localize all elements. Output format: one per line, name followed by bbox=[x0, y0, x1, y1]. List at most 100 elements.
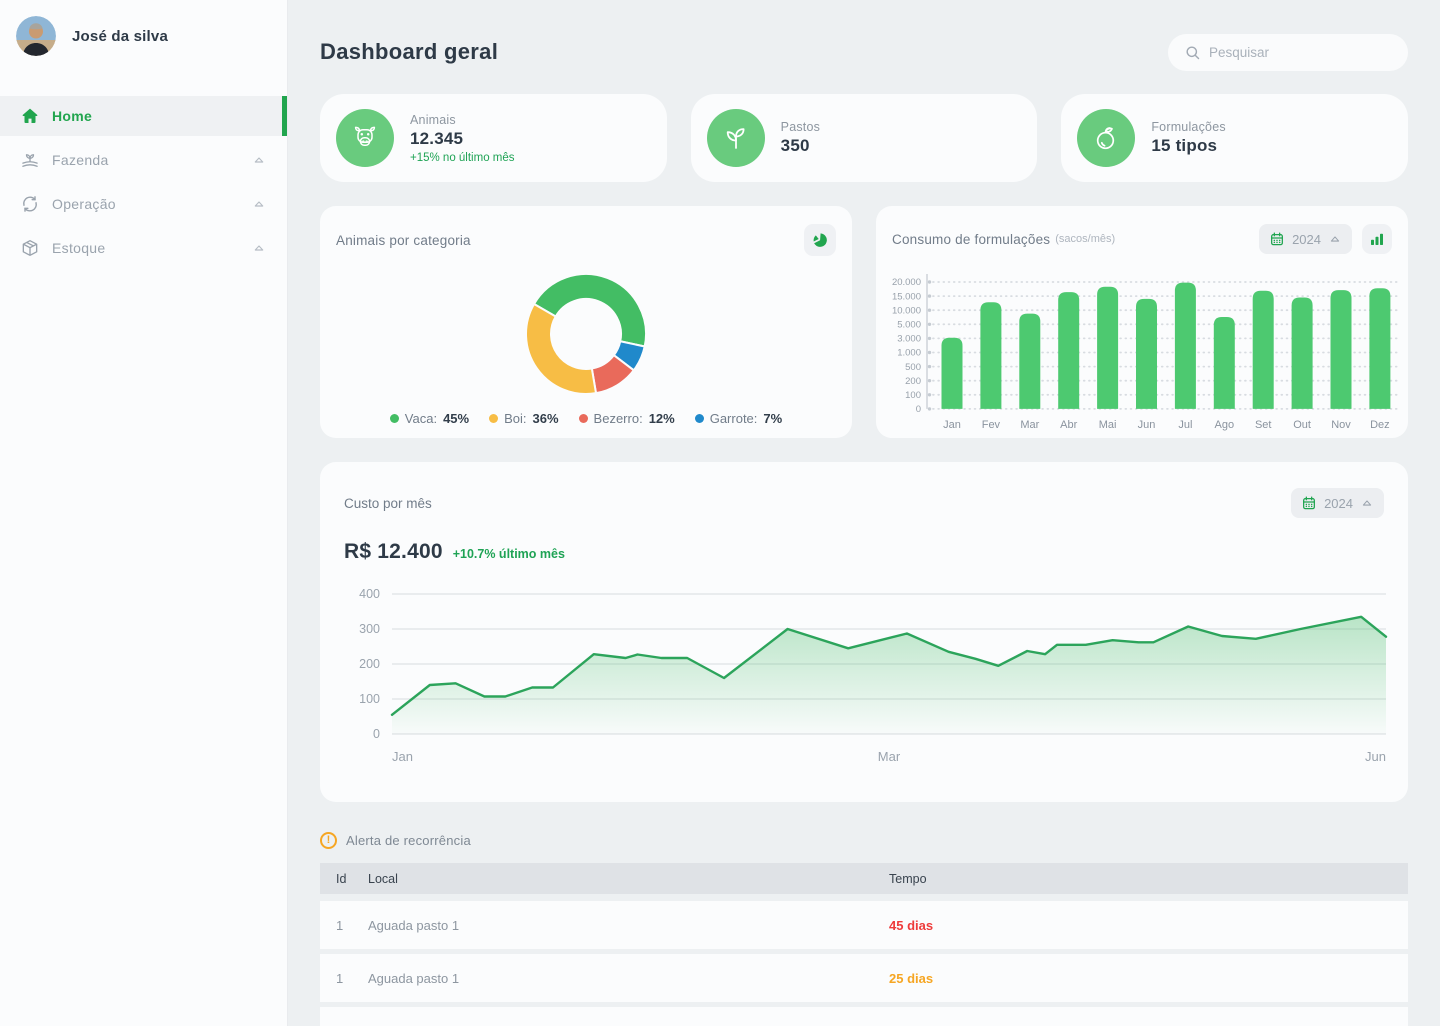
card-title: Custo por mês bbox=[344, 488, 432, 511]
alerts-table-body: 1Aguada pasto 145 dias1Aguada pasto 125 … bbox=[320, 901, 1408, 1026]
svg-text:Jul: Jul bbox=[1178, 419, 1192, 431]
svg-text:Nov: Nov bbox=[1331, 419, 1351, 431]
user-name: José da silva bbox=[72, 28, 168, 45]
search-bar[interactable] bbox=[1168, 34, 1408, 71]
alerts-table: IdLocalTempo 1Aguada pasto 145 dias1Agua… bbox=[320, 863, 1408, 1026]
stat-card-pastos: Pastos350 bbox=[691, 94, 1038, 182]
sidebar-item-estoque[interactable]: Estoque bbox=[0, 228, 287, 268]
cost-area-chart: 0100200300400JanMarJun bbox=[320, 582, 1408, 774]
main-content: Dashboard geral Animais12.345+15% no últ… bbox=[288, 32, 1440, 1026]
legend-dot bbox=[390, 414, 399, 423]
donut-legend: Vaca:45%Boi:36%Bezerro:12%Garrote:7% bbox=[320, 411, 852, 426]
bar-mai bbox=[1097, 287, 1118, 409]
svg-text:0: 0 bbox=[373, 727, 380, 741]
legend-label: Boi: bbox=[504, 411, 526, 426]
svg-text:Mai: Mai bbox=[1099, 419, 1117, 431]
legend-item-boi: Boi: 36% bbox=[489, 411, 558, 426]
calendar-icon bbox=[1301, 495, 1317, 511]
column-header-tempo: Tempo bbox=[889, 872, 1408, 886]
svg-text:300: 300 bbox=[359, 622, 380, 636]
svg-text:15.000: 15.000 bbox=[892, 291, 921, 302]
pie-chart-toggle-button[interactable] bbox=[804, 224, 836, 256]
legend-value: 45% bbox=[443, 411, 469, 426]
alert-icon: ! bbox=[320, 832, 337, 849]
bar-chart-toggle-button[interactable] bbox=[1362, 224, 1392, 254]
sprout-icon bbox=[707, 109, 765, 167]
svg-text:Jan: Jan bbox=[392, 749, 413, 764]
cell-tempo: 45 dias bbox=[889, 918, 1408, 933]
stat-value: 15 tipos bbox=[1151, 136, 1225, 156]
stat-card-animais: Animais12.345+15% no último mês bbox=[320, 94, 667, 182]
cell-tempo: 25 dias bbox=[889, 971, 1408, 986]
svg-text:1.000: 1.000 bbox=[897, 348, 921, 359]
svg-text:Out: Out bbox=[1293, 419, 1311, 431]
cell-id: 1 bbox=[336, 971, 368, 986]
legend-label: Vaca: bbox=[405, 411, 437, 426]
legend-label: Garrote: bbox=[710, 411, 758, 426]
recurrence-alerts: ! Alerta de recorrência IdLocalTempo 1Ag… bbox=[320, 832, 1408, 1026]
table-row: 1Aguada pasto 145 dias bbox=[320, 901, 1408, 949]
pie-chart-icon bbox=[811, 231, 829, 249]
cell-local: Aguada pasto 1 bbox=[368, 918, 889, 933]
sidebar-item-label: Operação bbox=[52, 196, 251, 212]
year-label: 2024 bbox=[1324, 496, 1353, 511]
operations-icon bbox=[20, 194, 40, 214]
bar-ago bbox=[1214, 317, 1235, 409]
cell-id: 1 bbox=[336, 918, 368, 933]
legend-dot bbox=[579, 414, 588, 423]
cost-per-month-card: Custo por mês 2024 R$ 12.400 +10.7% últi… bbox=[320, 462, 1408, 802]
fruit-icon bbox=[1077, 109, 1135, 167]
stat-card-formulacoes: Formulações 15 tipos bbox=[1061, 94, 1408, 182]
chevron-up-icon bbox=[1328, 232, 1342, 246]
svg-text:Fev: Fev bbox=[982, 419, 1001, 431]
alerts-title: Alerta de recorrência bbox=[346, 833, 471, 848]
sidebar-item-operacao[interactable]: Operação bbox=[0, 184, 287, 224]
stat-cards: Animais12.345+15% no último mêsPastos350… bbox=[320, 94, 1408, 182]
table-row: 1Aguada pasto 145 dias bbox=[320, 1007, 1408, 1026]
formulations-consumption-card: Consumo de formulações (sacos/mês) 2024 … bbox=[876, 206, 1408, 438]
sidebar: José da silva Home Fazenda Operação Estoque bbox=[0, 0, 288, 1026]
sidebar-item-fazenda[interactable]: Fazenda bbox=[0, 140, 287, 180]
legend-item-vaca: Vaca: 45% bbox=[390, 411, 469, 426]
user-profile[interactable]: José da silva bbox=[0, 0, 287, 72]
chevron-up-icon bbox=[1360, 496, 1374, 510]
sidebar-item-home[interactable]: Home bbox=[0, 96, 287, 136]
svg-text:400: 400 bbox=[359, 587, 380, 601]
sidebar-item-label: Fazenda bbox=[52, 152, 251, 168]
stat-label: Formulações bbox=[1151, 120, 1225, 134]
svg-text:Mar: Mar bbox=[878, 749, 901, 764]
card-title: Consumo de formulações bbox=[892, 232, 1050, 247]
stat-value: 12.345 bbox=[410, 129, 515, 149]
sidebar-nav: Home Fazenda Operação Estoque bbox=[0, 96, 287, 268]
legend-value: 36% bbox=[533, 411, 559, 426]
chevron-up-icon bbox=[251, 152, 267, 168]
bar-nov bbox=[1331, 290, 1352, 409]
year-label: 2024 bbox=[1292, 232, 1321, 247]
year-select[interactable]: 2024 bbox=[1259, 224, 1352, 254]
svg-text:100: 100 bbox=[905, 390, 921, 401]
stat-value: 350 bbox=[781, 136, 820, 156]
cost-current-value: R$ 12.400 bbox=[344, 540, 443, 564]
year-select[interactable]: 2024 bbox=[1291, 488, 1384, 518]
animals-donut-chart bbox=[510, 258, 662, 410]
page-title: Dashboard geral bbox=[320, 39, 498, 65]
table-row: 1Aguada pasto 125 dias bbox=[320, 954, 1408, 1002]
stat-delta: +15% no último mês bbox=[410, 152, 515, 164]
bar-set bbox=[1253, 291, 1274, 409]
svg-text:3.000: 3.000 bbox=[897, 334, 921, 345]
svg-text:20.000: 20.000 bbox=[892, 277, 921, 288]
topbar: Dashboard geral bbox=[320, 32, 1408, 72]
bar-jan bbox=[942, 338, 963, 409]
sidebar-item-label: Home bbox=[52, 108, 262, 124]
svg-text:Jun: Jun bbox=[1365, 749, 1386, 764]
alerts-table-header: IdLocalTempo bbox=[320, 863, 1408, 894]
donut-slice-boi bbox=[526, 304, 596, 394]
inventory-icon bbox=[20, 238, 40, 258]
svg-text:200: 200 bbox=[905, 376, 921, 387]
legend-dot bbox=[695, 414, 704, 423]
legend-dot bbox=[489, 414, 498, 423]
bar-jul bbox=[1175, 283, 1196, 409]
search-input[interactable] bbox=[1209, 45, 1379, 60]
cow-icon bbox=[336, 109, 394, 167]
bar-jun bbox=[1136, 299, 1157, 409]
